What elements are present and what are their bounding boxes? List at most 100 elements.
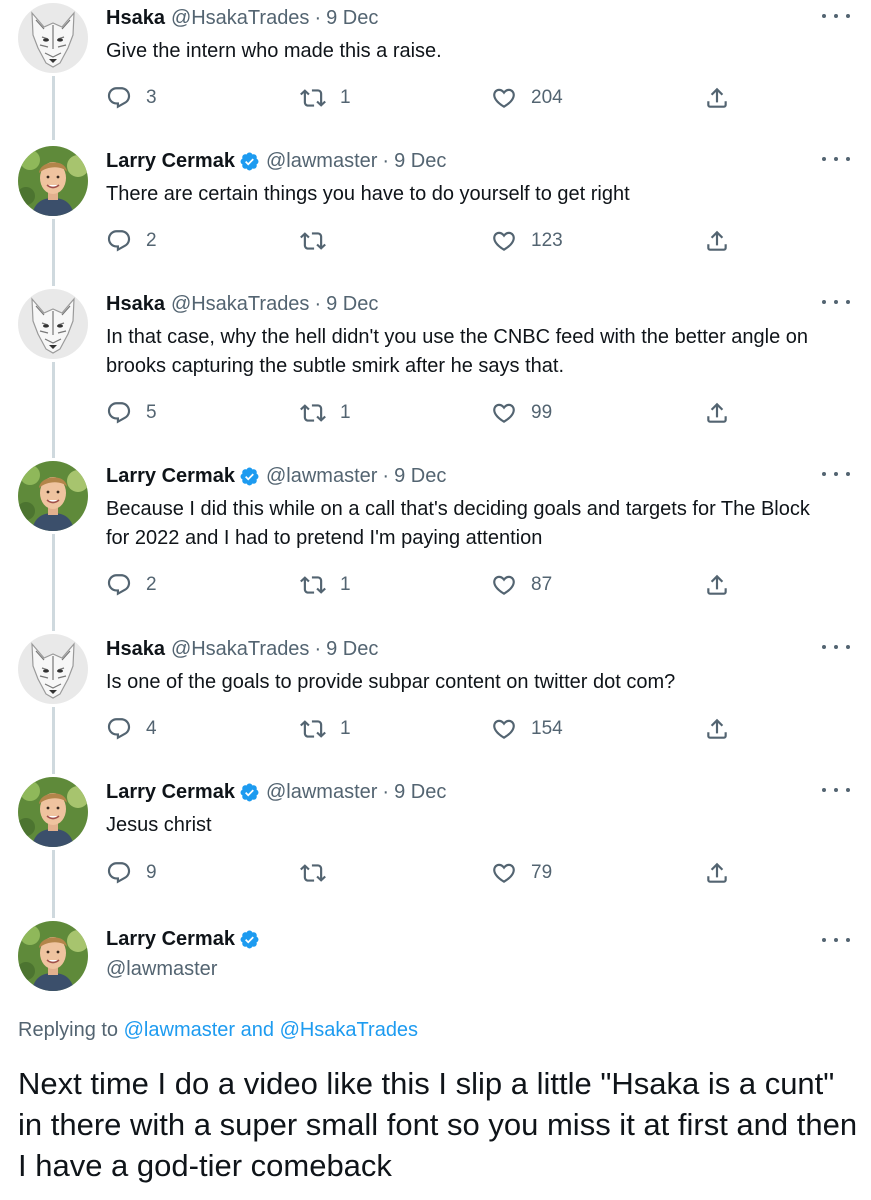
more-dots-icon[interactable] — [822, 637, 850, 657]
avatar[interactable] — [18, 146, 88, 216]
reply-bubble-icon — [106, 716, 132, 742]
like-button[interactable]: 99 — [491, 398, 552, 428]
reply-count: 9 — [146, 862, 157, 883]
tweet-date[interactable]: 9 Dec — [394, 464, 446, 488]
retweet-count: 1 — [340, 87, 351, 108]
author-name[interactable]: Hsaka — [106, 292, 165, 316]
share-upload-icon — [704, 400, 730, 426]
reply-bubble-icon — [106, 572, 132, 598]
share-button[interactable] — [704, 570, 730, 600]
tweet-header: Hsaka @HsakaTrades · 9 Dec — [106, 292, 378, 316]
tweet-text: There are certain things you have to do … — [106, 183, 630, 205]
avatar[interactable] — [18, 3, 88, 73]
reply-bubble-icon — [106, 860, 132, 886]
author-name[interactable]: Larry Cermak — [106, 149, 235, 173]
thread-tweet[interactable]: Larry Cermak @lawmaster · 9 Dec Because … — [0, 458, 871, 631]
more-dots-icon[interactable] — [822, 464, 850, 484]
author-handle[interactable]: @lawmaster — [266, 149, 377, 173]
retweet-count: 1 — [340, 402, 351, 423]
tweet-actions: 2 1 87 — [0, 570, 871, 600]
verified-badge-icon — [239, 466, 260, 487]
like-button[interactable]: 123 — [491, 226, 563, 256]
author-name[interactable]: Larry Cermak — [106, 780, 235, 804]
tweet-actions: 5 1 99 — [0, 398, 871, 428]
tweet-date[interactable]: 9 Dec — [326, 6, 378, 30]
replying-user-link[interactable]: @lawmaster — [124, 1019, 235, 1041]
thread-tweet[interactable]: Hsaka @HsakaTrades · 9 Dec Is one of the… — [0, 631, 871, 774]
author-name[interactable]: Larry Cermak — [106, 927, 235, 951]
tweet-header: Larry Cermak @lawmaster · 9 Dec — [106, 149, 446, 173]
like-button[interactable]: 204 — [491, 83, 563, 113]
author-name[interactable]: Larry Cermak — [106, 464, 235, 488]
like-button[interactable]: 154 — [491, 714, 563, 744]
person-avatar-icon — [18, 146, 88, 216]
tweet-text: In that case, why the hell didn't you us… — [106, 326, 809, 377]
retweet-button[interactable]: 1 — [300, 398, 351, 428]
more-dots-icon[interactable] — [822, 292, 850, 312]
avatar[interactable] — [18, 461, 88, 531]
share-button[interactable] — [704, 714, 730, 744]
like-button[interactable]: 87 — [491, 570, 552, 600]
reply-count: 3 — [146, 87, 157, 108]
wolf-avatar-icon — [18, 289, 88, 359]
author-handle[interactable]: @HsakaTrades — [171, 637, 310, 661]
retweet-button[interactable]: 1 — [300, 570, 351, 600]
share-button[interactable] — [704, 858, 730, 888]
retweet-count: 1 — [340, 574, 351, 595]
author-handle[interactable]: @lawmaster — [266, 780, 377, 804]
author-handle[interactable]: @lawmaster — [106, 957, 217, 981]
tweet-date[interactable]: 9 Dec — [394, 780, 446, 804]
avatar[interactable] — [18, 777, 88, 847]
tweet-actions: 3 1 204 — [0, 83, 871, 113]
more-dots-icon[interactable] — [822, 149, 850, 169]
share-upload-icon — [704, 572, 730, 598]
tweet-text: Give the intern who made this a raise. — [106, 40, 442, 62]
replying-user-link[interactable]: @HsakaTrades — [280, 1019, 419, 1041]
tweet-date[interactable]: 9 Dec — [326, 292, 378, 316]
heart-icon — [491, 572, 517, 598]
verified-badge-icon — [239, 151, 260, 172]
tweet-date[interactable]: 9 Dec — [326, 637, 378, 661]
tweet-actions: 9 79 — [0, 858, 871, 888]
tweet-header: Hsaka @HsakaTrades · 9 Dec — [106, 6, 378, 30]
retweet-arrows-icon — [300, 860, 326, 886]
share-button[interactable] — [704, 398, 730, 428]
share-button[interactable] — [704, 83, 730, 113]
retweet-arrows-icon — [300, 85, 326, 111]
more-dots-icon[interactable] — [822, 6, 850, 26]
tweet-actions: 2 123 — [0, 226, 871, 256]
reply-button[interactable]: 2 — [106, 570, 157, 600]
thread-tweet[interactable]: Hsaka @HsakaTrades · 9 Dec Give the inte… — [0, 0, 871, 143]
tweet-text: Is one of the goals to provide subpar co… — [106, 671, 676, 693]
reply-button[interactable]: 2 — [106, 226, 157, 256]
thread-tweet[interactable]: Hsaka @HsakaTrades · 9 Dec In that case,… — [0, 286, 871, 458]
avatar[interactable] — [18, 289, 88, 359]
thread-tweet[interactable]: Larry Cermak @lawmaster · 9 Dec Jesus ch… — [0, 774, 871, 918]
author-handle[interactable]: @HsakaTrades — [171, 292, 310, 316]
share-button[interactable] — [704, 226, 730, 256]
more-dots-icon[interactable] — [822, 930, 850, 950]
avatar[interactable] — [18, 634, 88, 704]
author-handle[interactable]: @HsakaTrades — [171, 6, 310, 30]
reply-button[interactable]: 4 — [106, 714, 157, 744]
share-upload-icon — [704, 860, 730, 886]
replying-and: and — [240, 1019, 274, 1041]
author-name[interactable]: Hsaka — [106, 637, 165, 661]
reply-button[interactable]: 3 — [106, 83, 157, 113]
retweet-button[interactable] — [300, 226, 340, 256]
like-count: 99 — [531, 402, 553, 423]
tweet-text: Jesus christ — [106, 814, 212, 836]
reply-button[interactable]: 5 — [106, 398, 157, 428]
thread-tweet[interactable]: Larry Cermak @lawmaster · 9 Dec There ar… — [0, 143, 871, 286]
more-dots-icon[interactable] — [822, 780, 850, 800]
main-avatar[interactable] — [18, 921, 88, 991]
author-name[interactable]: Hsaka — [106, 6, 165, 30]
like-button[interactable]: 79 — [491, 858, 552, 888]
author-handle[interactable]: @lawmaster — [266, 464, 377, 488]
retweet-button[interactable]: 1 — [300, 714, 351, 744]
retweet-button[interactable]: 1 — [300, 83, 351, 113]
reply-button[interactable]: 9 — [106, 858, 157, 888]
share-upload-icon — [704, 716, 730, 742]
retweet-button[interactable] — [300, 858, 340, 888]
tweet-date[interactable]: 9 Dec — [394, 149, 446, 173]
